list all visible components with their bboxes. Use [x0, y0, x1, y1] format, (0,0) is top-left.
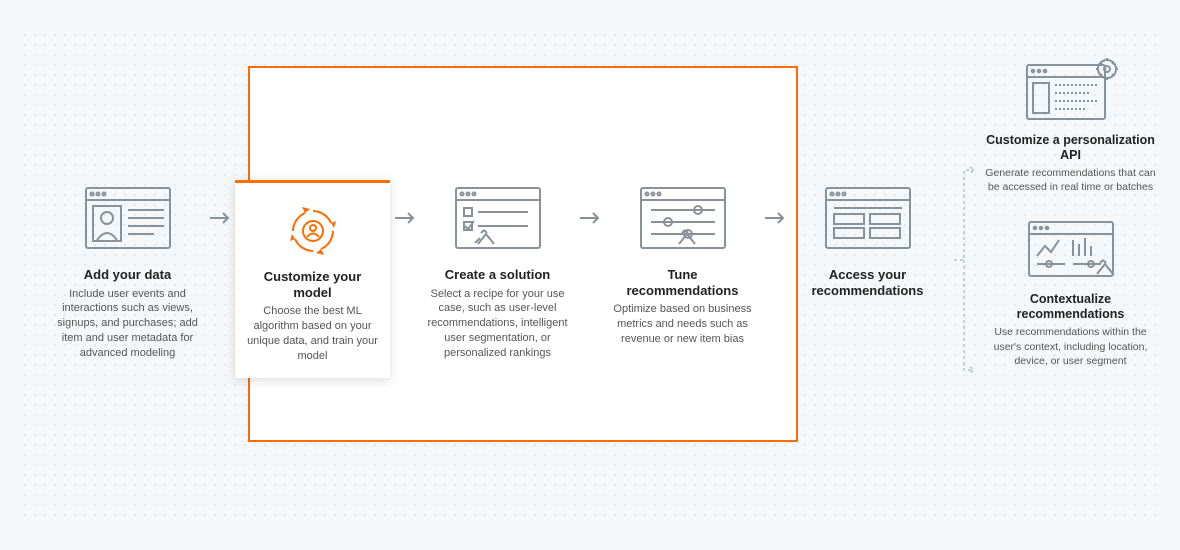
step-title: Customize your model — [245, 269, 380, 300]
step-desc: Optimize based on business metrics and n… — [610, 302, 755, 347]
output-desc: Use recommendations within the user's co… — [983, 325, 1158, 368]
step-desc: Select a recipe for your use case, such … — [425, 287, 570, 361]
branch-connector — [952, 150, 980, 400]
step-add-data: Add your data Include user events and in… — [50, 180, 205, 361]
step-customize-model: Customize your model Choose the best ML … — [235, 180, 390, 378]
sync-user-icon — [263, 201, 363, 261]
output-api: Customize a personalization API Generate… — [983, 55, 1158, 194]
arrow-icon — [760, 180, 790, 255]
step-title: Add your data — [55, 267, 200, 283]
step-desc: Choose the best ML algorithm based on yo… — [245, 304, 380, 363]
arrow-icon — [390, 180, 420, 255]
grid-icon — [818, 180, 918, 255]
step-create-solution: Create a solution Select a recipe for yo… — [420, 180, 575, 361]
output-contextualize: Contextualize recommendations Use recomm… — [983, 214, 1158, 368]
sliders-icon — [633, 180, 733, 255]
step-desc: Include user events and interactions suc… — [55, 287, 200, 361]
step-title: Create a solution — [425, 267, 570, 283]
output-desc: Generate recommendations that can be acc… — [983, 166, 1158, 194]
api-gear-icon — [1021, 55, 1121, 125]
outputs-column: Customize a personalization API Generate… — [983, 55, 1158, 368]
step-title: Access your recommendations — [795, 267, 940, 298]
arrow-icon — [575, 180, 605, 255]
dashboard-icon — [1021, 214, 1121, 284]
diagram-canvas: Add your data Include user events and in… — [0, 0, 1180, 550]
profile-icon — [78, 180, 178, 255]
step-tune: Tune recommendations Optimize based on b… — [605, 180, 760, 347]
step-title: Tune recommendations — [610, 267, 755, 298]
output-title: Customize a personalization API — [983, 133, 1158, 163]
output-title: Contextualize recommendations — [983, 292, 1158, 322]
arrow-icon — [205, 180, 235, 255]
checklist-icon — [448, 180, 548, 255]
step-access: Access your recommendations — [790, 180, 945, 302]
